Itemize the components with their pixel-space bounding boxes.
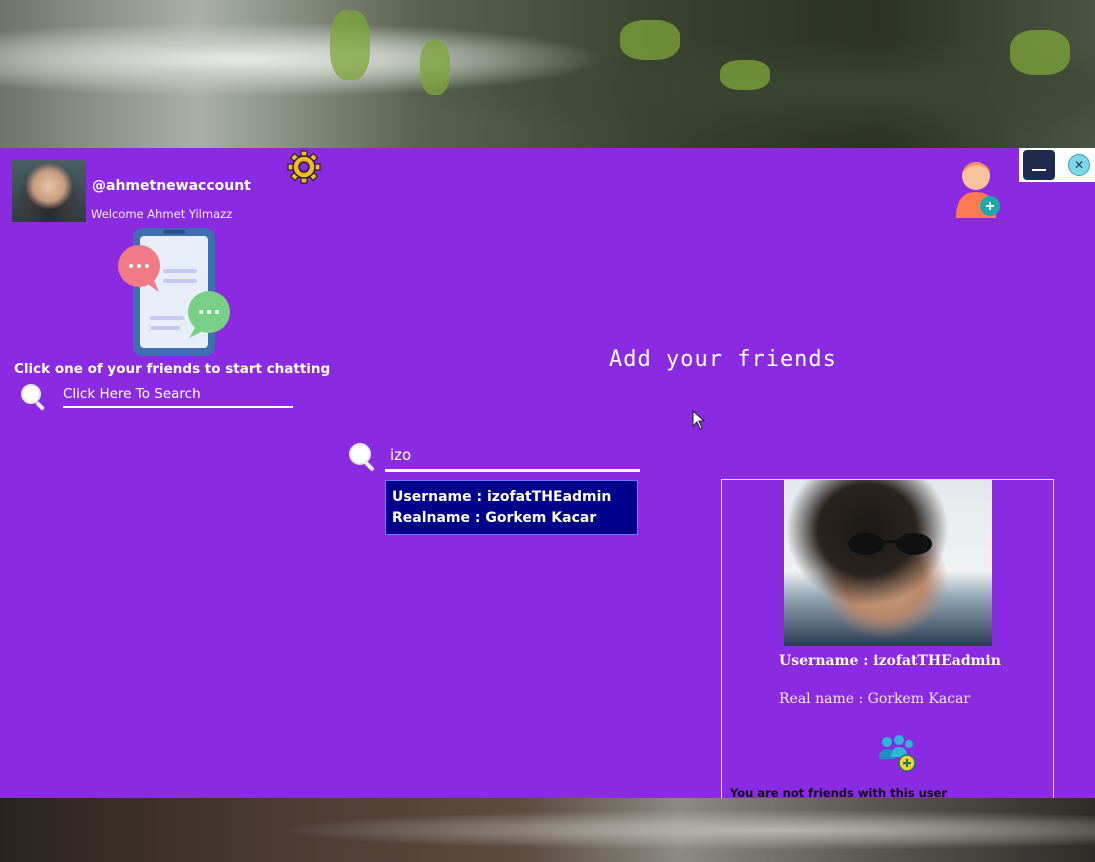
window-controls: ✕ bbox=[1019, 148, 1095, 182]
result-username: Username : izofatTHEadmin bbox=[392, 489, 612, 505]
main-panel: @ahmetnewaccount Welcome Ahmet Yilmazz C… bbox=[0, 148, 1095, 809]
add-user-icon[interactable] bbox=[877, 733, 919, 773]
background-photo-top bbox=[0, 0, 1095, 148]
page-title: Add your friends bbox=[609, 347, 837, 372]
result-realname: Realname : Gorkem Kacar bbox=[392, 510, 597, 526]
friend-search-input[interactable] bbox=[63, 382, 293, 408]
user-avatar[interactable] bbox=[12, 160, 86, 222]
welcome-text: Welcome Ahmet Yilmazz bbox=[91, 207, 233, 221]
chat-illustration-icon bbox=[118, 228, 230, 356]
add-friend-icon[interactable] bbox=[950, 154, 1004, 220]
profile-card: Username : izofatTHEadmin Real name : Go… bbox=[721, 479, 1054, 809]
chat-hint: Click one of your friends to start chatt… bbox=[14, 361, 331, 377]
user-search-input[interactable] bbox=[385, 441, 640, 472]
mouse-cursor-icon bbox=[692, 410, 706, 430]
profile-username: Username : izofatTHEadmin bbox=[779, 653, 1001, 669]
search-icon[interactable] bbox=[19, 382, 49, 412]
gear-icon[interactable] bbox=[287, 150, 321, 184]
search-icon[interactable] bbox=[347, 441, 379, 473]
minimize-icon[interactable] bbox=[1023, 150, 1055, 180]
profile-photo bbox=[784, 480, 992, 646]
background-photo-bottom bbox=[0, 798, 1095, 862]
sunglasses-icon bbox=[848, 533, 932, 555]
close-icon[interactable]: ✕ bbox=[1068, 154, 1090, 176]
user-handle: @ahmetnewaccount bbox=[92, 178, 251, 194]
search-result-item[interactable]: Username : izofatTHEadmin Realname : Gor… bbox=[385, 480, 638, 535]
profile-realname: Real name : Gorkem Kacar bbox=[779, 691, 971, 707]
